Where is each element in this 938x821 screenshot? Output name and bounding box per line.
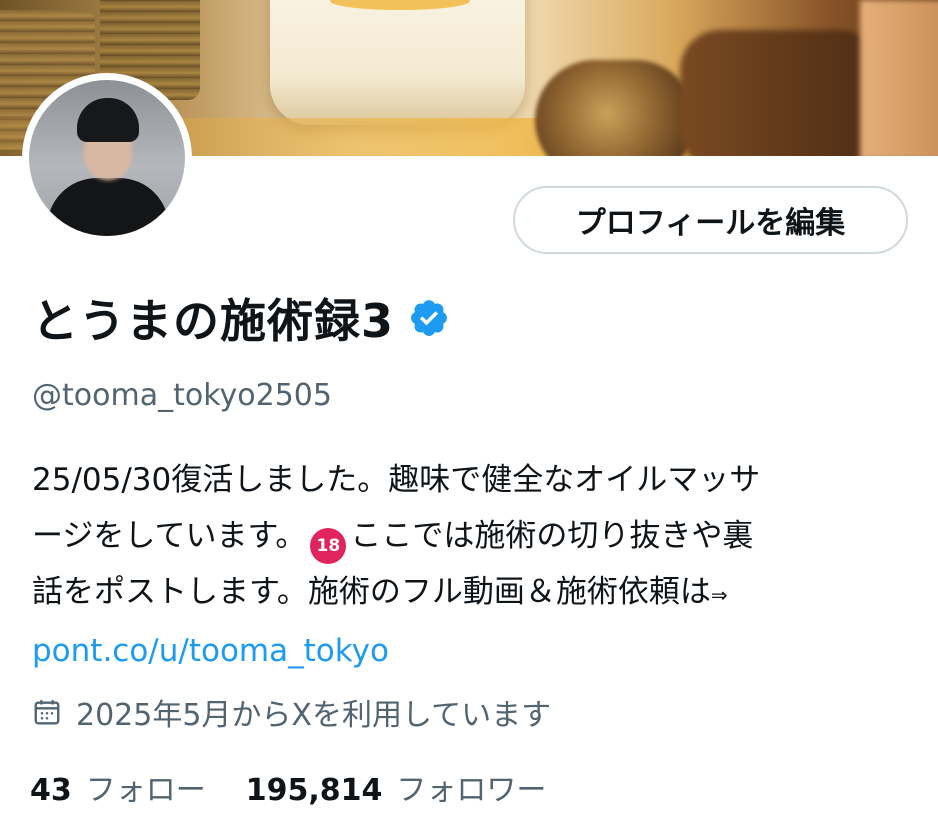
followers-count: 195,814 <box>245 773 383 808</box>
banner-towel-roll <box>535 60 695 156</box>
follow-stats: 43 フォロー 195,814 フォロワー <box>30 765 586 809</box>
edit-profile-button[interactable]: プロフィールを編集 <box>513 186 908 254</box>
banner-towel-roll <box>860 0 938 156</box>
joined-date: 2025年5月からXを利用しています <box>32 690 551 734</box>
joined-text: 2025年5月からXを利用しています <box>76 698 552 733</box>
avatar-image <box>29 80 185 236</box>
following-count: 43 <box>30 773 72 808</box>
banner-cup <box>270 0 525 125</box>
bio-line: 25/05/30復活しました。趣味で健全なオイルマッサ <box>32 462 761 498</box>
bio-line: 話をポストします。施術のフル動画＆施術依頼は⇒ <box>32 564 912 623</box>
bio-line: ージをしています。 18 ここでは施術の切り抜きや裏 <box>32 508 912 564</box>
bio-text: 話をポストします。施術のフル動画＆施術依頼は <box>32 574 711 610</box>
bio-text: ここでは施術の切り抜きや裏 <box>350 518 754 554</box>
banner-towel-roll <box>680 30 880 156</box>
display-name: とうまの施術録3 <box>32 294 395 348</box>
avatar[interactable] <box>22 73 192 243</box>
profile-bio: 25/05/30復活しました。趣味で健全なオイルマッサ ージをしています。 18 こ… <box>32 452 912 679</box>
followers-label: フォロワー <box>396 773 547 808</box>
calendar-icon <box>34 700 60 725</box>
user-handle: @tooma_tokyo2505 <box>32 378 332 413</box>
arrow-icon: ⇒ <box>710 583 728 607</box>
bio-link[interactable]: pont.co/u/tooma_tokyo <box>32 623 912 679</box>
avatar-body <box>47 178 169 236</box>
followers-link[interactable]: 195,814 フォロワー <box>246 765 547 809</box>
following-label: フォロー <box>85 773 206 808</box>
profile-page: プロフィールを編集 とうまの施術録3 @tooma_tokyo2505 25/0… <box>0 0 938 821</box>
avatar-hair <box>77 98 139 142</box>
name-row: とうまの施術録3 <box>32 285 450 351</box>
bio-text: ージをしています。 <box>32 518 307 554</box>
no-under-18-icon: 18 <box>310 528 347 564</box>
following-link[interactable]: 43 フォロー <box>30 765 206 809</box>
verified-badge-icon[interactable] <box>408 297 450 339</box>
